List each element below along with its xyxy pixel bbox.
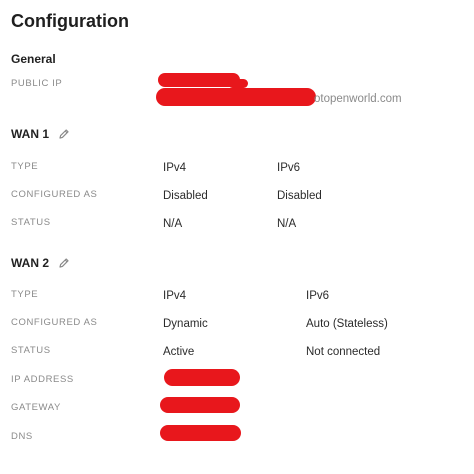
pencil-icon[interactable] <box>58 128 70 140</box>
public-ip-label: PUBLIC IP <box>11 78 63 89</box>
wan1-type-label: TYPE <box>11 161 39 172</box>
pencil-icon[interactable] <box>58 257 70 269</box>
wan1-heading: WAN 1 <box>11 126 70 142</box>
wan2-heading-text: WAN 2 <box>11 256 50 270</box>
wan2-type-ipv6: IPv6 <box>306 290 330 302</box>
page-title: Configuration <box>11 11 129 31</box>
wan1-configured-as-label: CONFIGURED AS <box>11 189 98 200</box>
wan2-configured-as-ipv4: Dynamic <box>163 318 208 330</box>
wan1-type-ipv4: IPv4 <box>163 162 187 174</box>
wan2-type-ipv4: IPv4 <box>163 290 187 302</box>
wan2-status-label: STATUS <box>11 345 51 356</box>
wan2-configured-as-label: CONFIGURED AS <box>11 317 98 328</box>
wan2-status-ipv6: Not connected <box>306 346 381 358</box>
wan1-type-ipv6: IPv6 <box>277 162 301 174</box>
public-ip-value: otopenworld.com <box>314 93 402 105</box>
wan1-configured-as-ipv4: Disabled <box>163 190 208 202</box>
redaction-mark <box>160 397 240 413</box>
redaction-mark <box>228 79 248 88</box>
redaction-mark <box>160 425 241 441</box>
wan1-configured-as-ipv6: Disabled <box>277 190 322 202</box>
wan1-status-ipv6: N/A <box>277 218 297 230</box>
wan1-status-ipv4: N/A <box>163 218 183 230</box>
wan1-status-label: STATUS <box>11 217 51 228</box>
wan2-ip-address-label: IP ADDRESS <box>11 374 74 385</box>
wan2-configured-as-ipv6: Auto (Stateless) <box>306 318 388 330</box>
wan2-dns-label: DNS <box>11 431 33 442</box>
redaction-mark <box>156 88 316 106</box>
wan2-type-label: TYPE <box>11 289 39 300</box>
wan2-heading: WAN 2 <box>11 255 70 271</box>
wan2-gateway-label: GATEWAY <box>11 402 61 413</box>
redaction-mark <box>164 369 240 386</box>
general-heading: General <box>11 52 56 66</box>
wan1-heading-text: WAN 1 <box>11 127 50 141</box>
wan2-status-ipv4: Active <box>163 346 195 358</box>
